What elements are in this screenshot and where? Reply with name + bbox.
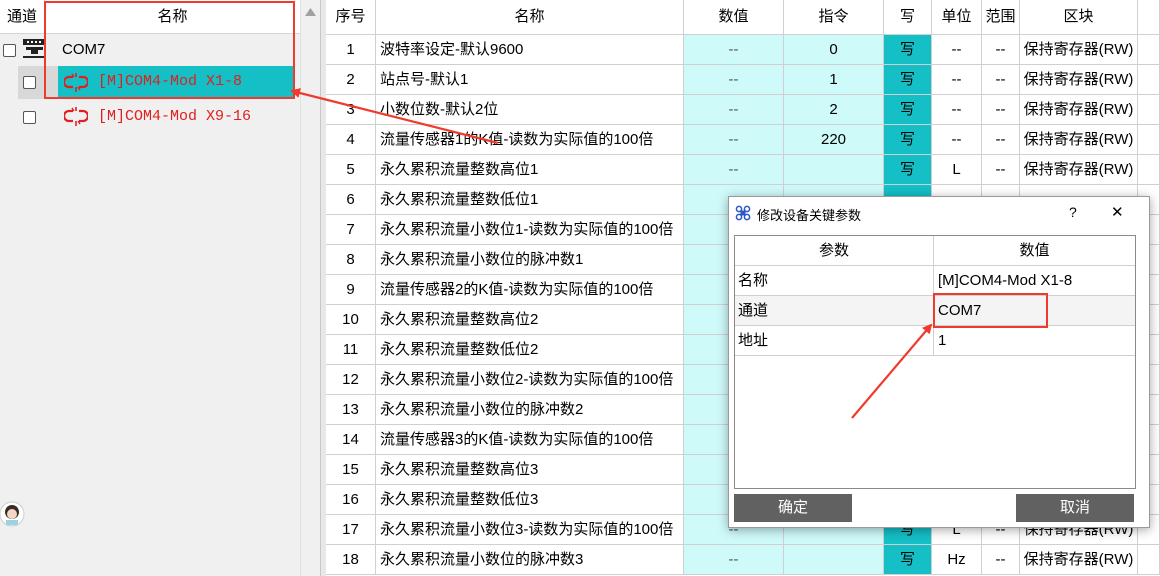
- annotation-arrow: [290, 88, 499, 145]
- annotation-arrow: [851, 323, 933, 419]
- annotation-arrows: [290, 88, 933, 419]
